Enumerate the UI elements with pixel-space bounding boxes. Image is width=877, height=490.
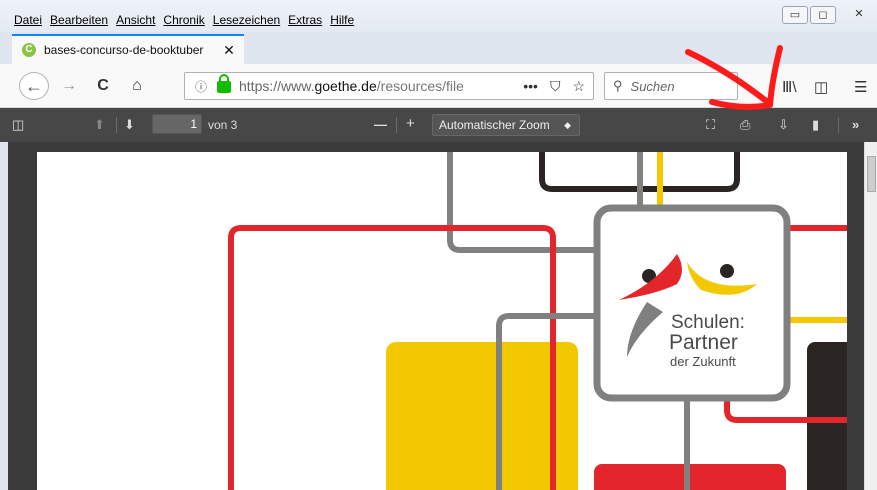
arrow-shaft — [685, 49, 773, 107]
red-arrow-annotation — [685, 45, 783, 110]
arrow-head — [709, 45, 783, 110]
browser-window: Datei Bearbeiten Ansicht Chronik Lesezei… — [0, 0, 877, 490]
